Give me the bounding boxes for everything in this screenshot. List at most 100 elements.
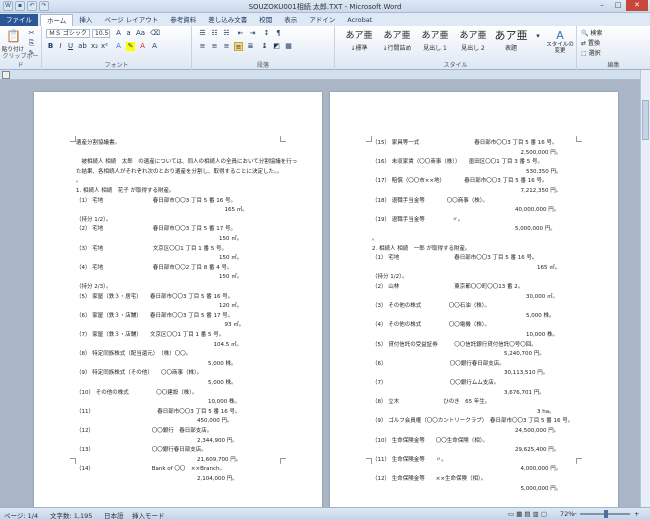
copy-icon[interactable]: ⎘ bbox=[27, 39, 36, 48]
tab-mailings[interactable]: 差し込み文書 bbox=[202, 14, 253, 26]
cut-icon[interactable]: ✂ bbox=[27, 29, 36, 38]
font-label: フォント bbox=[104, 62, 129, 69]
shrink-font-icon[interactable]: a bbox=[124, 29, 133, 38]
show-marks-icon[interactable]: ¶ bbox=[274, 29, 283, 38]
zoom-out-icon[interactable]: − bbox=[572, 510, 577, 518]
document-line: た結果、各相続人がそれぞれ次のとおり遺産を分割し、取得することに決定した。。 bbox=[76, 168, 283, 175]
view-buttons[interactable]: ▭ ▦ ▤ ▥ ▢ bbox=[508, 510, 547, 518]
vertical-scrollbar[interactable] bbox=[640, 70, 650, 507]
document-line: 7,212,350 円。 bbox=[372, 188, 562, 194]
styles-scroll-icon[interactable]: ▾ bbox=[533, 32, 543, 41]
scroll-thumb[interactable] bbox=[642, 100, 649, 140]
change-styles-button[interactable]: A スタイルの変更 bbox=[545, 29, 575, 54]
shading-icon[interactable]: ◩ bbox=[272, 42, 281, 51]
crop-mark bbox=[576, 136, 582, 142]
style-heading-2[interactable]: あア亜 見出し 2 bbox=[455, 29, 491, 55]
underline-icon[interactable]: U bbox=[66, 42, 75, 51]
zoom-knob[interactable] bbox=[604, 510, 608, 518]
line-spacing-icon[interactable]: ↨ bbox=[260, 42, 269, 51]
maximize-icon[interactable]: □ bbox=[610, 0, 626, 11]
superscript-icon[interactable]: x² bbox=[100, 42, 109, 51]
distributed-icon[interactable]: ≣ bbox=[246, 42, 255, 51]
font-name-select[interactable]: ＭＳ ゴシック bbox=[46, 29, 90, 38]
select-button[interactable]: ⬚ 選択 bbox=[581, 48, 601, 57]
ruler bbox=[0, 70, 650, 80]
document-page-2[interactable]: （15） 家具等一式 春日部市〇〇3 丁目 5 番 16 号。 2,500,00… bbox=[330, 92, 618, 508]
document-line: 104.5 ㎡。 bbox=[76, 341, 243, 348]
paste-icon[interactable]: 📋 bbox=[6, 29, 21, 43]
document-page-1[interactable]: 遺産分割協議書。 被相続人 相続 太郎 の遺産については、同人の相続人の全員にお… bbox=[34, 92, 322, 508]
select-icon: ⬚ bbox=[581, 50, 587, 57]
page-indicator[interactable]: ページ: 1/4 bbox=[4, 510, 38, 520]
tab-acrobat[interactable]: Acrobat bbox=[341, 14, 378, 26]
clipboard-group: 📋 貼り付け ✂ ⎘ ✎ クリップボード bbox=[0, 26, 42, 70]
document-line: 165 ㎡。 bbox=[372, 264, 561, 271]
style-no-spacing[interactable]: あア亜 ↓行間詰め bbox=[379, 29, 415, 55]
tab-selector-icon[interactable] bbox=[2, 71, 10, 79]
style-normal[interactable]: あア亜 ↓標準 bbox=[341, 29, 377, 55]
document-line: （2） 宅地 春日部市〇〇3 丁目 5 番 17 号。 bbox=[76, 226, 236, 233]
highlight-icon[interactable]: ✎ bbox=[126, 42, 135, 51]
sort-icon[interactable]: ↕ bbox=[262, 29, 271, 38]
word-count[interactable]: 文字数: 1,195 bbox=[50, 510, 92, 520]
tab-review[interactable]: 校閲 bbox=[253, 14, 278, 26]
align-left-icon[interactable]: ≡ bbox=[198, 42, 207, 51]
tab-references[interactable]: 参考資料 bbox=[164, 14, 202, 26]
language-indicator[interactable]: 日本語 bbox=[104, 510, 124, 520]
style-heading-1[interactable]: あア亜見出し 1 bbox=[417, 29, 453, 55]
text-effect-icon[interactable]: A bbox=[114, 42, 123, 51]
document-line: （19） 退職手当金等 〃。 bbox=[372, 216, 464, 223]
document-line: 5,240,700 円。 bbox=[372, 351, 545, 358]
numbering-icon[interactable]: ☷ bbox=[210, 29, 219, 38]
align-center-icon[interactable]: ≡ bbox=[210, 42, 219, 51]
bullets-icon[interactable]: ☰ bbox=[198, 29, 207, 38]
grow-font-icon[interactable]: A bbox=[114, 29, 123, 38]
increase-indent-icon[interactable]: ⇥ bbox=[248, 29, 257, 38]
style-name: 見出し 1 bbox=[423, 45, 447, 52]
tab-addins[interactable]: アドイン bbox=[303, 14, 341, 26]
title-bar: W ▪ ↶ ↷ SOUZOKU001相続 太郎.TXT - Microsoft … bbox=[0, 0, 650, 13]
tab-file[interactable]: ファイル bbox=[0, 14, 38, 26]
document-line: （5） 家屋（鉄３・居宅） 春日部市〇〇3 丁目 5 番 16 号。 bbox=[76, 293, 234, 300]
align-right-icon[interactable]: ≡ bbox=[222, 42, 231, 51]
char-border-icon[interactable]: A bbox=[150, 42, 159, 51]
font-group: ＭＳ ゴシック 10.5 A a Aa ⌫ B I U ab x₂ x² A ✎… bbox=[42, 26, 192, 70]
ribbon-tabs: ファイル ホーム 挿入 ページ レイアウト 参考資料 差し込み文書 校閲 表示 … bbox=[0, 13, 650, 26]
bold-icon[interactable]: B bbox=[46, 42, 55, 51]
document-line: （16） 未収家賃（〇〇商事（株）） 墨田区〇〇1 丁目 3 番 5 号。 bbox=[372, 159, 543, 166]
zoom-slider[interactable] bbox=[580, 510, 630, 518]
find-button[interactable]: 🔍 検索 bbox=[581, 28, 602, 37]
document-line: （持分 1/2）。 bbox=[372, 274, 408, 281]
document-line: 5,000 株。 bbox=[76, 360, 237, 367]
multilevel-icon[interactable]: ☵ bbox=[222, 29, 231, 38]
strikethrough-icon[interactable]: ab bbox=[78, 42, 87, 51]
insert-mode[interactable]: 挿入モード bbox=[132, 510, 165, 520]
close-icon[interactable]: ✕ bbox=[626, 0, 648, 11]
document-line: （14） Bank of 〇〇 ××Branch。 bbox=[76, 466, 225, 473]
tab-view[interactable]: 表示 bbox=[278, 14, 303, 26]
document-line: （5） 貸付信託の受益証券 〇〇信託銀行貸付信託〇号〇回。 bbox=[372, 341, 537, 348]
font-size-select[interactable]: 10.5 bbox=[92, 29, 110, 38]
replace-button[interactable]: ⇄ 置換 bbox=[581, 38, 600, 47]
document-line: 5,000 株。 bbox=[372, 312, 555, 319]
change-case-icon[interactable]: Aa bbox=[136, 29, 145, 38]
style-title[interactable]: あア亜 表題 bbox=[493, 29, 529, 55]
decrease-indent-icon[interactable]: ⇤ bbox=[236, 29, 245, 38]
zoom-in-icon[interactable]: + bbox=[634, 510, 639, 518]
document-line: （12） 〇〇銀行 春日部支店。 bbox=[76, 428, 213, 434]
clear-format-icon[interactable]: ⌫ bbox=[150, 29, 160, 38]
document-line: （8） 特定同族株式（配当還元） （株）〇〇。 bbox=[76, 351, 192, 358]
document-line: 30,000 ㎡。 bbox=[372, 293, 558, 300]
subscript-icon[interactable]: x₂ bbox=[90, 42, 99, 51]
tab-page-layout[interactable]: ページ レイアウト bbox=[98, 14, 164, 26]
document-line: 21,609,700 円。 bbox=[76, 456, 242, 463]
justify-icon[interactable]: ≡ bbox=[234, 42, 243, 51]
font-color-icon[interactable]: A bbox=[138, 42, 147, 51]
document-line: （8） 立木 ひのき 65 年生。 bbox=[372, 399, 491, 406]
tab-home[interactable]: ホーム bbox=[40, 14, 74, 26]
minimize-icon[interactable]: – bbox=[594, 0, 610, 11]
borders-icon[interactable]: ▦ bbox=[284, 42, 293, 51]
style-preview: あア亜 bbox=[421, 31, 449, 41]
tab-insert[interactable]: 挿入 bbox=[73, 14, 98, 26]
italic-icon[interactable]: I bbox=[56, 42, 65, 51]
